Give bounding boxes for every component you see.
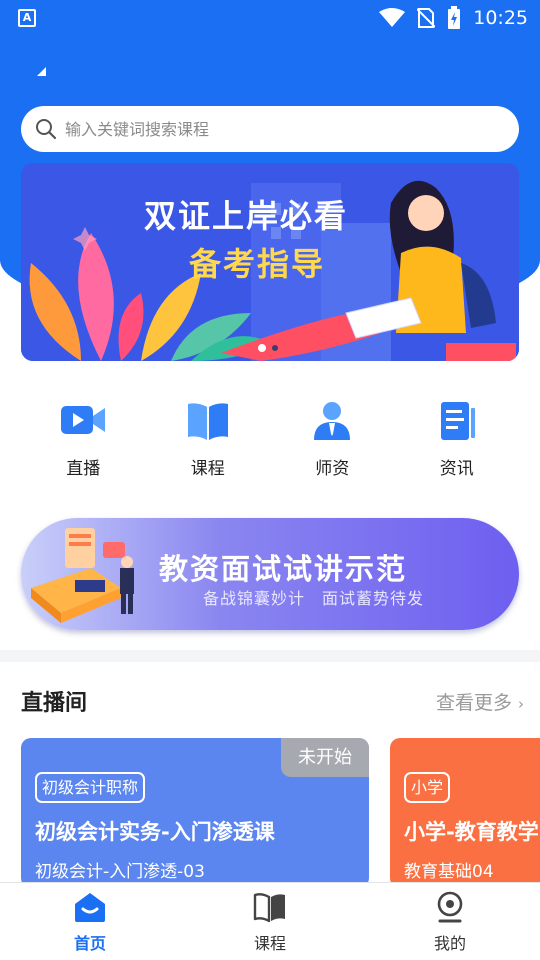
- quick-nav-label: 师资: [315, 459, 350, 479]
- section-divider: [0, 650, 540, 662]
- quick-nav: 直播 课程 师资 资讯: [21, 398, 519, 488]
- card-title: 初级会计实务-入门渗透课: [35, 820, 275, 844]
- wifi-icon: [379, 8, 406, 27]
- search-icon: [36, 119, 57, 140]
- pagination-dot-active: [258, 344, 266, 352]
- quick-nav-teachers[interactable]: 师资: [270, 398, 395, 488]
- battery-charging-icon: [448, 6, 461, 29]
- chevron-right-icon: ›: [518, 695, 524, 713]
- tab-label: 我的: [433, 934, 466, 953]
- card-subtitle: 初级会计-入门渗透-03: [35, 862, 205, 882]
- book-icon: [187, 403, 228, 440]
- promo-illustration: [31, 528, 134, 623]
- document-icon: [440, 402, 475, 440]
- video-icon: [61, 406, 106, 434]
- hero-banner[interactable]: 双证上岸必看 备考指导: [21, 163, 519, 361]
- card-category-tag: 小学: [404, 772, 451, 803]
- card-subtitle: 教育基础04: [404, 862, 494, 882]
- tab-label: 首页: [73, 934, 106, 953]
- card-category-tag: 初级会计职称: [35, 772, 146, 803]
- status-bar: A 10:25: [0, 0, 540, 36]
- live-card[interactable]: 小学 小学-教育教学 教育基础04: [390, 738, 540, 888]
- tab-home[interactable]: 首页: [0, 883, 180, 960]
- live-card[interactable]: 未开始 初级会计职称 初级会计实务-入门渗透课 初级会计-入门渗透-03: [21, 738, 369, 888]
- quick-nav-label: 资讯: [439, 459, 474, 479]
- promo-banner[interactable]: 教资面试试讲示范 备战锦囊妙计 面试蓄势待发: [21, 518, 519, 630]
- promo-title: 教资面试试讲示范: [159, 552, 408, 586]
- profile-icon: [437, 891, 463, 923]
- live-section-title: 直播间: [21, 691, 88, 716]
- quick-nav-news[interactable]: 资讯: [395, 398, 520, 488]
- banner-pagination: [258, 344, 278, 352]
- tab-label: 课程: [253, 934, 286, 953]
- book-icon: [253, 893, 285, 923]
- tab-courses[interactable]: 课程: [180, 883, 360, 960]
- no-sim-icon: [417, 8, 436, 28]
- clock: 10:25: [473, 7, 528, 29]
- view-more-label: 查看更多: [435, 692, 512, 714]
- search-input[interactable]: [65, 114, 485, 144]
- promo-subtitle: 备战锦囊妙计 面试蓄势待发: [203, 589, 425, 608]
- teacher-icon: [314, 402, 351, 440]
- tab-profile[interactable]: 我的: [360, 883, 540, 960]
- quick-nav-label: 直播: [66, 459, 101, 479]
- app-notification-icon: A: [18, 9, 36, 27]
- home-icon: [75, 893, 105, 922]
- signal-indicator-icon: [37, 67, 46, 76]
- pagination-dot: [272, 345, 278, 351]
- search-bar[interactable]: [21, 106, 519, 152]
- quick-nav-live[interactable]: 直播: [21, 398, 146, 488]
- live-status-badge: 未开始: [281, 738, 369, 777]
- banner-headline: 双证上岸必看: [144, 197, 349, 235]
- card-title: 小学-教育教学: [404, 820, 539, 844]
- quick-nav-courses[interactable]: 课程: [146, 398, 271, 488]
- quick-nav-label: 课程: [190, 459, 225, 479]
- bottom-tab-bar: 首页 课程 我的: [0, 882, 540, 960]
- view-more-link[interactable]: 查看更多 ›: [436, 688, 524, 715]
- banner-subheadline: 备考指导: [189, 245, 326, 283]
